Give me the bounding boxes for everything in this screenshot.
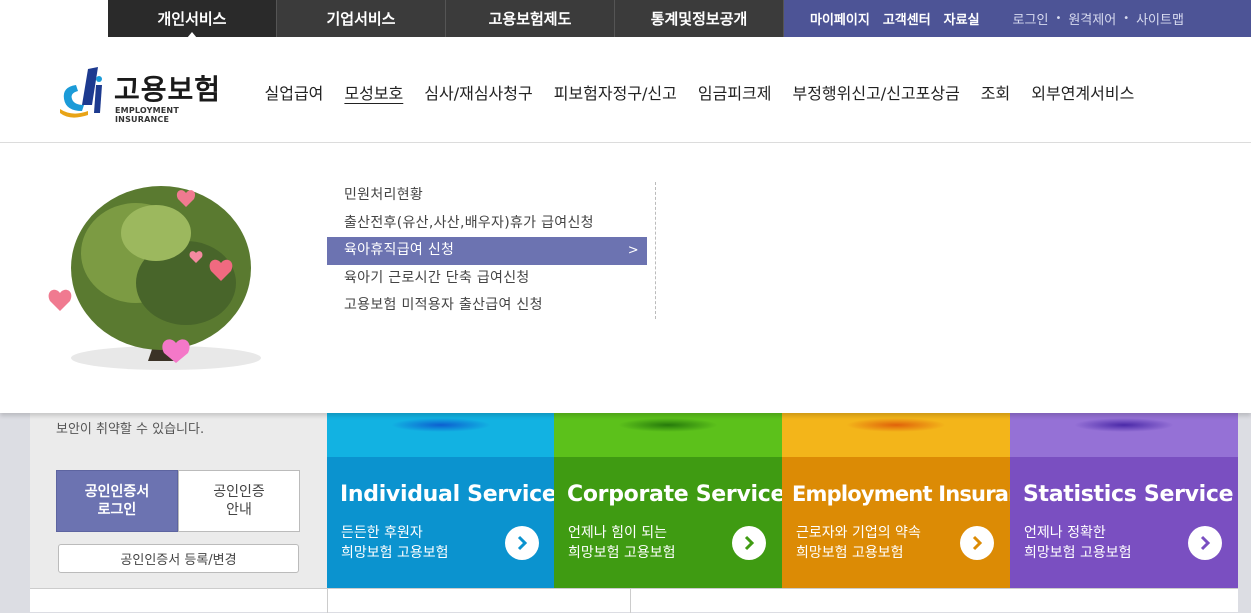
- nav-maternity-protection[interactable]: 모성보호: [344, 80, 403, 104]
- service-card-corporate[interactable]: Corporate Service 언제나 힘이 되는 희망보험 고용보험: [554, 400, 786, 588]
- mypage-link[interactable]: 마이페이지: [810, 9, 870, 28]
- main-navigation: 실업급여 모성보호 심사/재심사청구 피보험자정구/신고 임금피크제 부정행위신…: [254, 80, 1145, 104]
- service-line2: 희망보험 고용보험: [341, 545, 449, 561]
- sitemap-link[interactable]: 사이트맵: [1136, 9, 1184, 28]
- service-line1: 언제나 정확한: [1024, 525, 1106, 541]
- service-line2: 희망보험 고용보험: [568, 545, 676, 561]
- band-glow: [1074, 418, 1174, 432]
- service-card-statistics[interactable]: Statistics Service 언제나 정확한 희망보험 고용보험: [1010, 400, 1238, 588]
- site-logo[interactable]: 고용보험 EMPLOYMENT INSURANCE: [58, 65, 228, 124]
- nav-insured-request[interactable]: 피보험자정구/신고: [554, 80, 677, 104]
- submenu-item-label: 육아휴직급여 신청: [344, 242, 455, 258]
- login-link[interactable]: 로그인: [1013, 9, 1049, 28]
- logo-korean-text: 고용보험: [114, 73, 222, 106]
- bullet-separator: •: [1123, 13, 1130, 24]
- top-bar-left-space: [0, 0, 108, 37]
- submenu-panel: 민원처리현황 출산전후(유산,사산,배우자)휴가 급여신청 육아휴직급여 신청 …: [0, 143, 1251, 413]
- nav-external-services[interactable]: 외부연계서비스: [1031, 80, 1134, 104]
- band-glow: [391, 418, 491, 432]
- service-line1: 든든한 후원자: [341, 525, 423, 541]
- submenu-item-childcare-leave[interactable]: 육아휴직급여 신청 >: [327, 237, 647, 265]
- service-title: Statistics Service: [1023, 482, 1234, 507]
- band-glow: [846, 418, 946, 432]
- service-title: Corporate Service: [567, 482, 786, 507]
- cert-login-button[interactable]: 공인인증서 로그인: [56, 470, 178, 532]
- customer-center-link[interactable]: 고객센터: [883, 9, 931, 28]
- cert-guide-line2: 안내: [226, 502, 252, 518]
- resources-link[interactable]: 자료실: [944, 9, 980, 28]
- service-line1: 근로자와 기업의 약속: [796, 525, 921, 541]
- cert-login-line2: 로그인: [97, 502, 137, 518]
- tab-insurance-system[interactable]: 고용보험제도: [446, 0, 615, 37]
- tab-personal-service[interactable]: 개인서비스: [108, 0, 277, 38]
- service-card-employment[interactable]: Employment Insurance 근로자와 기업의 약속 희망보험 고용…: [782, 400, 1048, 588]
- band-glow: [618, 418, 718, 432]
- submenu-item-status[interactable]: 민원처리현황: [327, 182, 647, 210]
- submenu-list: 민원처리현황 출산전후(유산,사산,배우자)휴가 급여신청 육아휴직급여 신청 …: [327, 182, 647, 320]
- chevron-right-icon: >: [627, 243, 639, 258]
- service-title: Individual Service: [340, 482, 557, 507]
- submenu-item-reduced-hours[interactable]: 육아기 근로시간 단축 급여신청: [327, 265, 647, 293]
- dashed-divider: [655, 182, 656, 319]
- site-header: 고용보험 EMPLOYMENT INSURANCE 실업급여 모성보호 심사/재…: [0, 37, 1251, 143]
- cert-guide-line1: 공인인증: [213, 484, 265, 500]
- nav-wage-peak[interactable]: 임금피크제: [698, 80, 772, 104]
- logo-mark-icon: [60, 67, 102, 118]
- bottom-area: [30, 588, 1238, 613]
- service-card-individual[interactable]: Individual Service 든든한 후원자 희망보험 고용보험: [327, 400, 557, 588]
- service-line1: 언제나 힘이 되는: [568, 525, 668, 541]
- tab-statistics[interactable]: 통계및정보공개: [615, 0, 784, 37]
- nav-review-request[interactable]: 심사/재심사청구: [424, 80, 532, 104]
- nav-inquiry[interactable]: 조회: [981, 80, 1010, 104]
- utility-bar: 마이페이지 고객센터 자료실 로그인 • 원격제어 • 사이트맵: [784, 0, 1251, 37]
- tab-corporate-service[interactable]: 기업서비스: [277, 0, 446, 37]
- divider: [327, 589, 328, 613]
- submenu-item-uninsured-benefit[interactable]: 고용보험 미적용자 출산급여 신청: [327, 292, 647, 320]
- service-line2: 희망보험 고용보험: [796, 545, 904, 561]
- cert-guide-button[interactable]: 공인인증 안내: [178, 470, 300, 532]
- remote-control-link[interactable]: 원격제어: [1068, 9, 1116, 28]
- chevron-right-icon[interactable]: [960, 526, 994, 560]
- chevron-right-icon[interactable]: [732, 526, 766, 560]
- top-tabs: 개인서비스 기업서비스 고용보험제도 통계및정보공개: [108, 0, 784, 38]
- cert-login-line1: 공인인증서: [84, 484, 150, 500]
- nav-fraud-report[interactable]: 부정행위신고/신고포상금: [792, 80, 959, 104]
- cert-buttons: 공인인증서 로그인 공인인증 안내: [56, 470, 300, 532]
- chevron-right-icon[interactable]: [1188, 526, 1222, 560]
- nav-unemployment-benefit[interactable]: 실업급여: [265, 80, 324, 104]
- submenu-item-maternity-leave[interactable]: 출산전후(유산,사산,배우자)휴가 급여신청: [327, 210, 647, 238]
- security-note: 보안이 취약할 수 있습니다.: [56, 422, 205, 437]
- service-line2: 희망보험 고용보험: [1024, 545, 1132, 561]
- tree-illustration-icon: [48, 186, 261, 370]
- bullet-separator: •: [1055, 13, 1062, 24]
- top-bar: 개인서비스 기업서비스 고용보험제도 통계및정보공개 마이페이지 고객센터 자료…: [0, 0, 1251, 38]
- chevron-right-icon[interactable]: [505, 526, 539, 560]
- divider: [630, 589, 631, 613]
- logo-english-text: EMPLOYMENT INSURANCE: [115, 106, 179, 124]
- cert-register-button[interactable]: 공인인증서 등록/변경: [58, 544, 299, 573]
